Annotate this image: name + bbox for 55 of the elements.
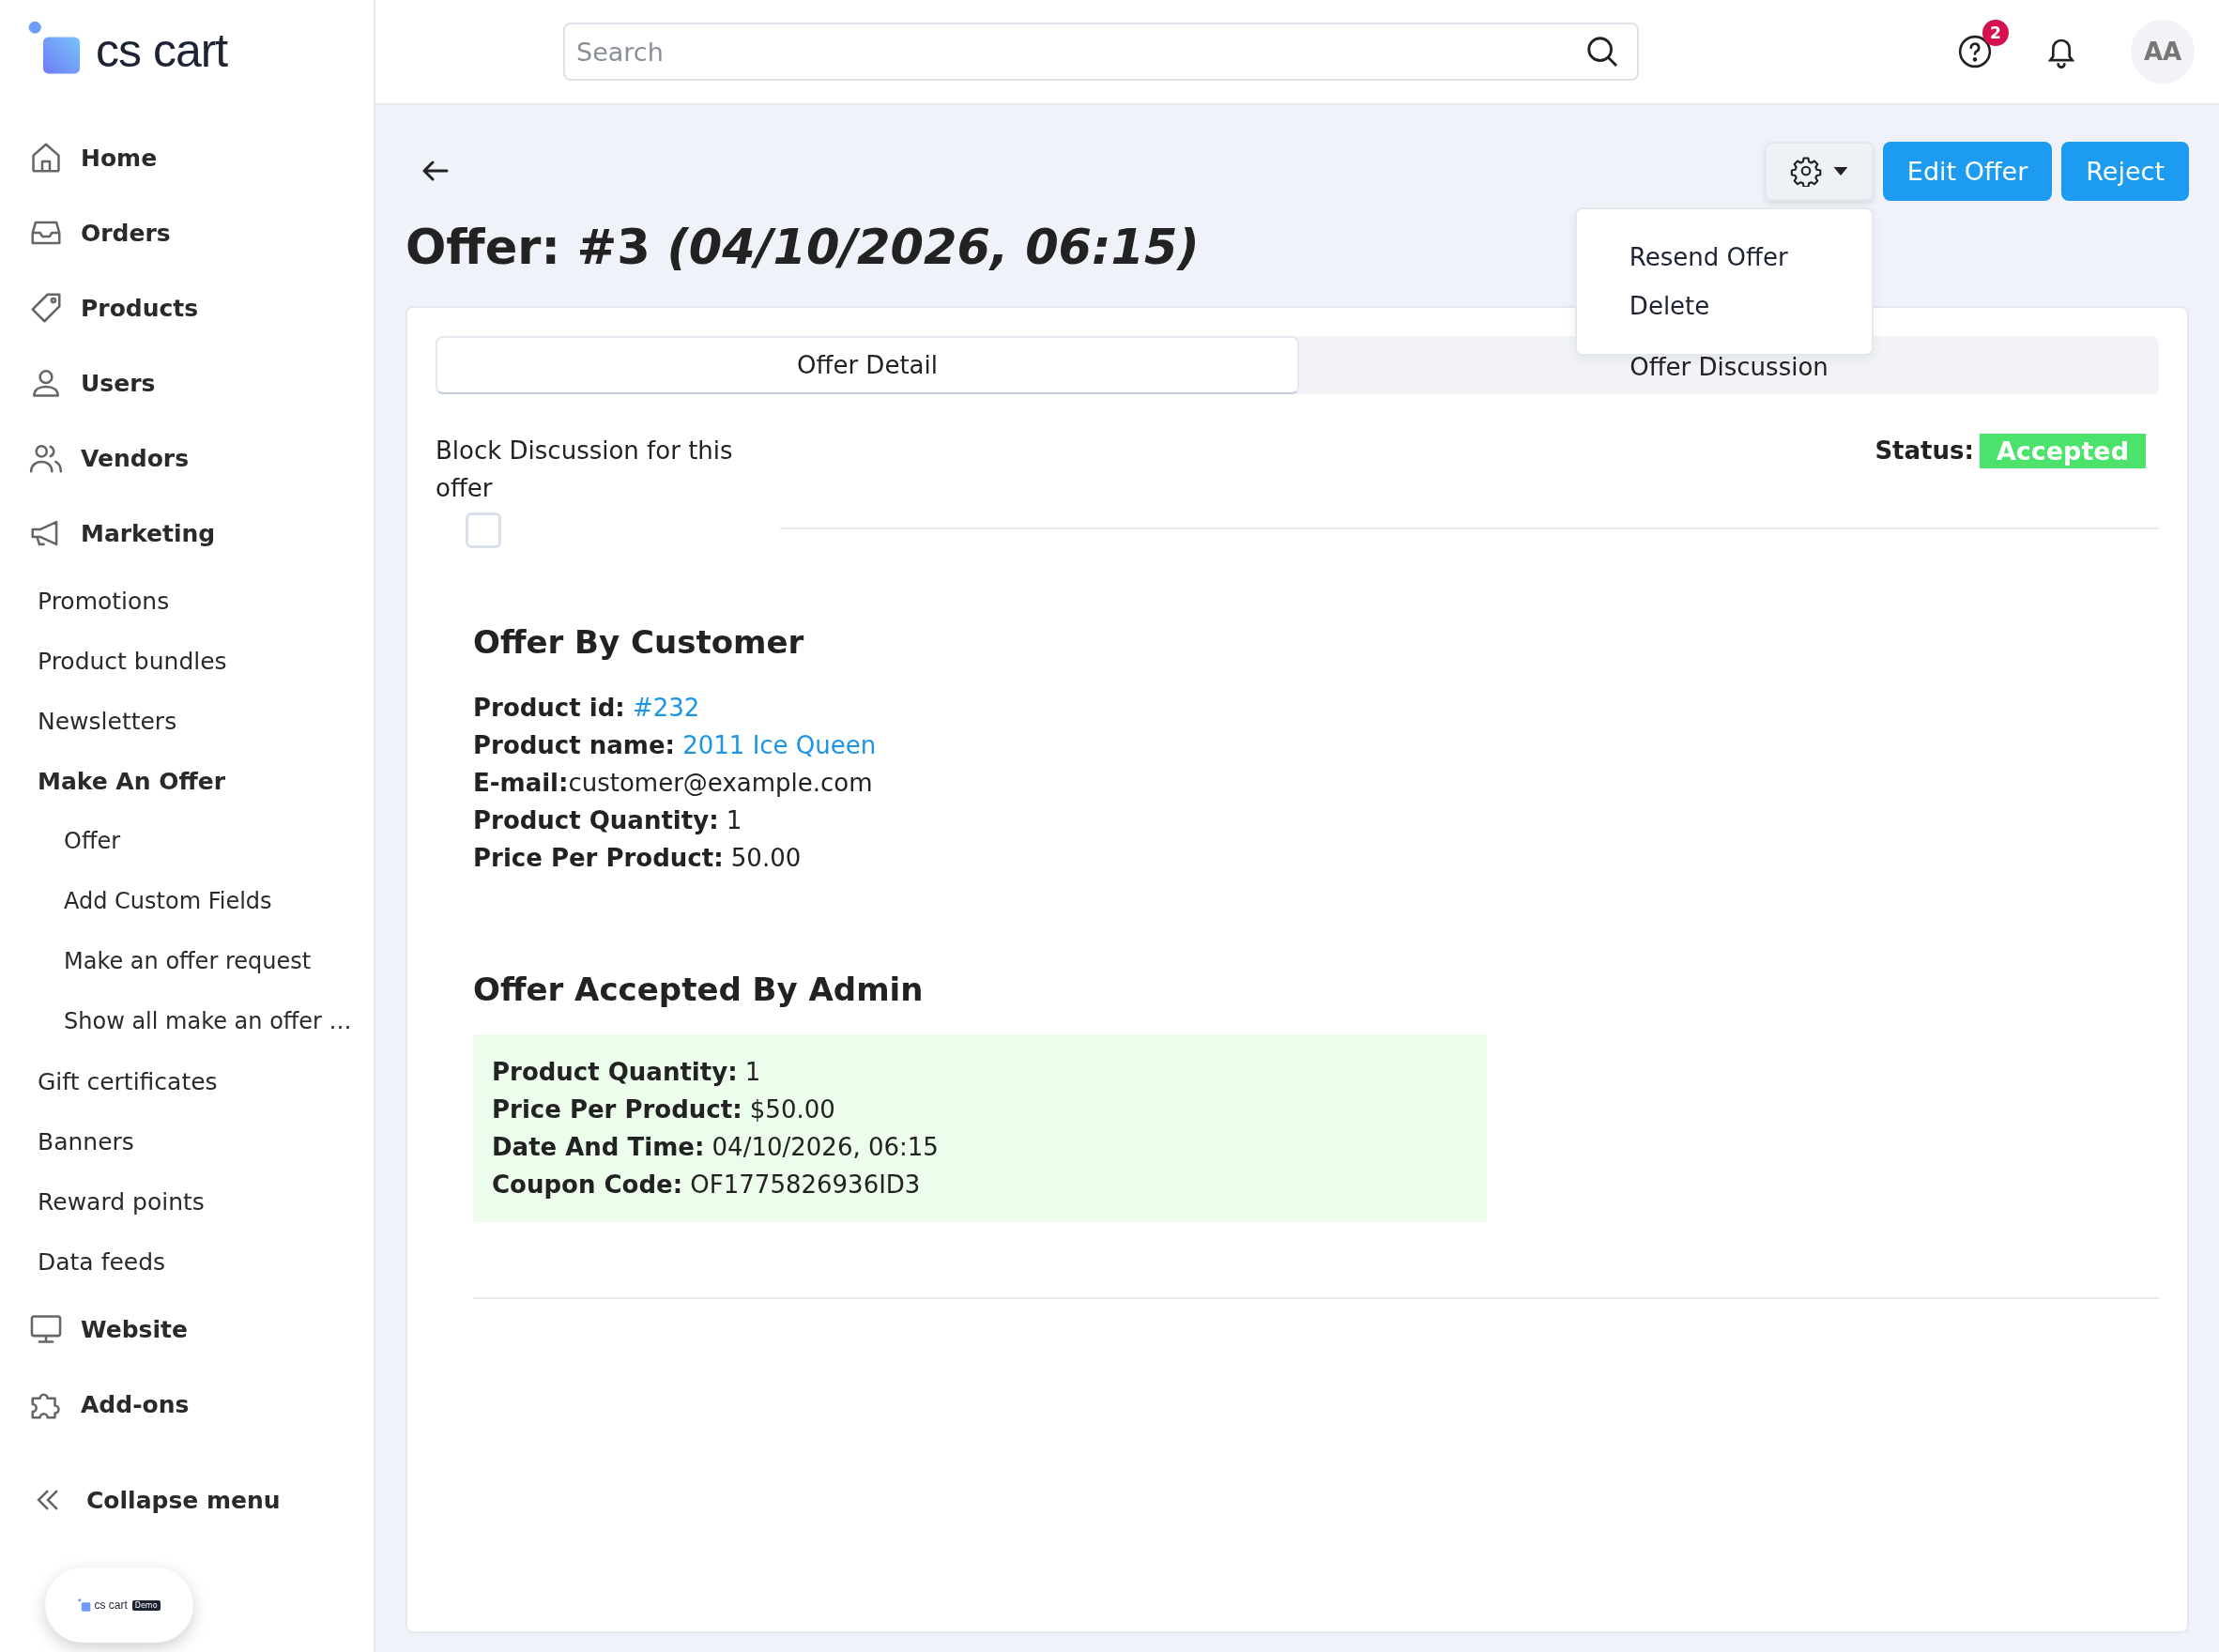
caret-icon xyxy=(1832,166,1848,176)
field-text: Product Quantity: 1 xyxy=(492,1057,762,1088)
avatar[interactable]: AA xyxy=(2131,20,2195,84)
notification-badge: 2 xyxy=(1982,20,2009,46)
logo-icon xyxy=(78,1598,92,1612)
field-label: Product name: xyxy=(473,731,675,759)
nav-item[interactable]: Promotions xyxy=(28,571,374,631)
field-text: Price Per Product: 50.00 xyxy=(473,843,803,874)
nav-item[interactable]: Add-ons xyxy=(28,1367,374,1442)
brand-name: cs cart xyxy=(96,23,228,78)
field-text: Date And Time: 04/10/2026, 06:15 xyxy=(492,1132,940,1163)
field-text: Product Quantity: 1 xyxy=(473,805,743,836)
nav-item[interactable]: Make an offer request xyxy=(28,931,374,991)
section-heading: Offer Accepted By Admin xyxy=(473,971,925,1008)
nav-item[interactable]: Users xyxy=(28,345,374,421)
field-text: Coupon Code: OF1775826936ID3 xyxy=(492,1170,922,1201)
checkbox[interactable] xyxy=(466,512,501,548)
nav-item[interactable]: Vendors xyxy=(28,421,374,496)
search-icon xyxy=(1584,34,1620,69)
nav-item[interactable]: Home xyxy=(28,120,374,195)
nav-item[interactable]: Product bundles xyxy=(28,631,374,691)
nav-item[interactable]: Products xyxy=(28,270,374,345)
nav-item[interactable]: Orders xyxy=(28,195,374,270)
tab[interactable]: Offer Detail xyxy=(436,336,1299,394)
checkbox-label: Block Discussion for this offer xyxy=(436,436,734,504)
tag-icon xyxy=(28,290,64,326)
nav-item[interactable]: Make An Offer xyxy=(28,751,374,811)
status-label: Status: xyxy=(1875,436,1974,465)
demo-badge[interactable]: cs cart Demo xyxy=(45,1568,193,1643)
section-heading: Offer By Customer xyxy=(473,623,805,661)
page-title: Offer: #3 (04/10/2026, 06:15) xyxy=(406,219,1200,277)
nav-item[interactable]: Website xyxy=(28,1292,374,1367)
field-label: Product id: xyxy=(473,694,625,722)
menu-item[interactable]: Delete xyxy=(1629,291,1710,320)
search-field[interactable]: Search xyxy=(563,23,1639,81)
nav-item[interactable]: Data feeds xyxy=(28,1231,374,1292)
nav-item[interactable]: Gift certificates xyxy=(28,1051,374,1111)
settings-button[interactable] xyxy=(1764,141,1874,201)
demo-tag: Demo xyxy=(131,1599,161,1611)
collapse-menu-button[interactable]: Collapse menu xyxy=(28,1462,374,1537)
nav-item[interactable]: Show all make an offer … xyxy=(28,991,374,1051)
menu-item[interactable]: Resend Offer xyxy=(1629,242,1788,271)
logo-icon xyxy=(28,21,83,75)
status-badge: Accepted xyxy=(1979,433,2146,468)
nav-item[interactable]: Newsletters xyxy=(28,691,374,751)
tab[interactable]: Offer Discussion xyxy=(1299,336,2159,394)
nav-item[interactable]: Add Custom Fields xyxy=(28,871,374,931)
brand-name: cs cart xyxy=(94,1598,128,1612)
field-text: Price Per Product: $50.00 xyxy=(492,1094,836,1125)
nav-item[interactable]: Banners xyxy=(28,1111,374,1171)
field-text: E-mail:customer@example.com xyxy=(473,768,874,799)
nav-item[interactable]: Reward points xyxy=(28,1171,374,1231)
nav-item[interactable]: Marketing xyxy=(28,496,374,571)
settings-icon xyxy=(1789,155,1822,187)
nav-item[interactable]: Offer xyxy=(28,811,374,871)
